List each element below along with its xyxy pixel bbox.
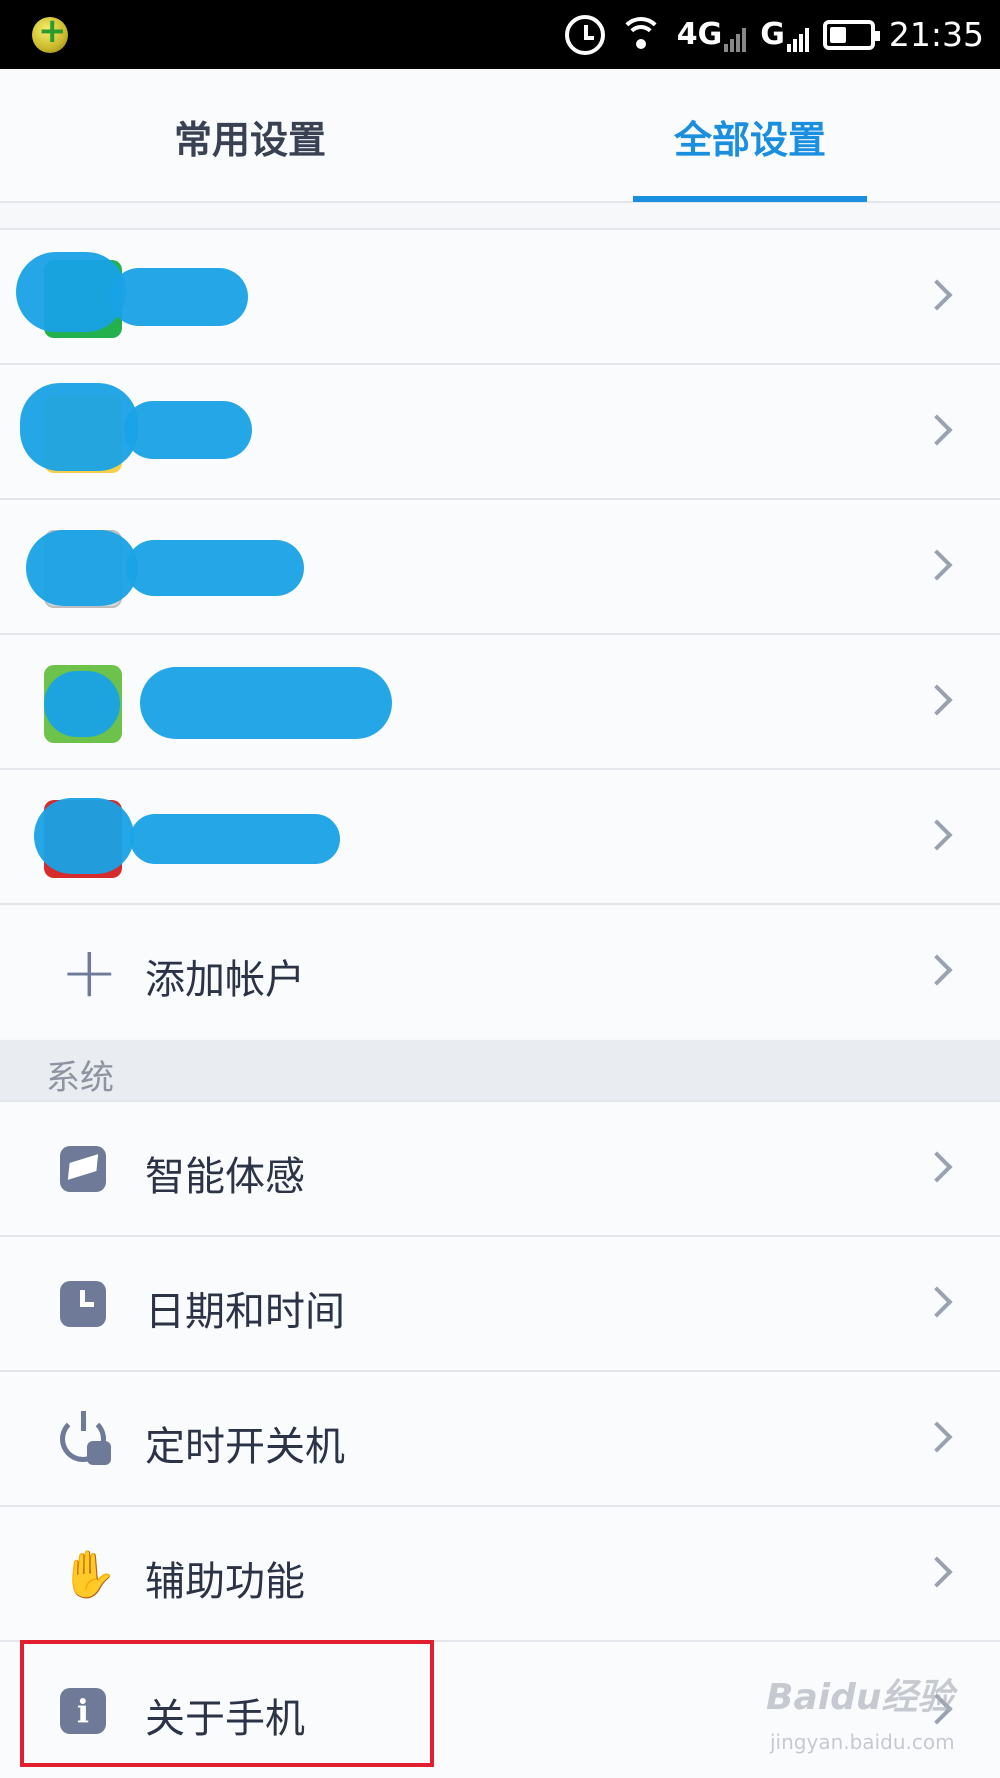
motion-icon: [60, 1146, 106, 1192]
settings-item-scheduled-power[interactable]: 定时开关机: [0, 1370, 1000, 1505]
chevron-right-icon: [921, 549, 953, 581]
highlight-box: [20, 1640, 434, 1767]
status-icons: 4G G 21:35: [564, 0, 984, 69]
chevron-right-icon: [921, 684, 953, 716]
hand-icon: ✋: [60, 1547, 118, 1601]
account-row[interactable]: [0, 768, 1000, 903]
settings-item-date-time[interactable]: 日期和时间: [0, 1235, 1000, 1370]
tab-all-settings[interactable]: 全部设置: [580, 69, 920, 203]
chevron-right-icon: [921, 1421, 953, 1453]
account-row[interactable]: [0, 498, 1000, 633]
redaction-mark: [34, 798, 134, 874]
redaction-mark: [20, 383, 138, 471]
settings-item-accessibility[interactable]: ✋ 辅助功能: [0, 1505, 1000, 1640]
tab-common-settings[interactable]: 常用设置: [80, 69, 420, 203]
account-row[interactable]: [0, 363, 1000, 498]
redaction-mark: [130, 814, 340, 864]
section-header-system: 系统: [0, 1040, 1000, 1100]
chevron-right-icon: [921, 1556, 953, 1588]
chevron-right-icon: [921, 954, 953, 986]
status-bar: 4G G 21:35: [0, 0, 1000, 69]
section-label: 系统: [46, 1058, 114, 1098]
settings-item-label: 定时开关机: [145, 1424, 345, 1470]
redaction-mark: [124, 401, 252, 459]
alarm-icon: [564, 14, 605, 55]
redaction-mark: [26, 530, 138, 606]
clock-icon: [60, 1281, 106, 1327]
signal-sim1: 4G: [677, 17, 747, 52]
wifi-icon: [618, 16, 663, 53]
redaction-mark: [110, 268, 248, 326]
app-notification-icon: [32, 11, 68, 53]
battery-icon: [822, 19, 880, 50]
redaction-mark: [126, 540, 304, 596]
power-timer-icon: [60, 1411, 111, 1465]
redaction-mark: [140, 667, 392, 739]
signal-sim2: G: [760, 17, 809, 52]
chevron-right-icon: [921, 279, 953, 311]
account-row[interactable]: [0, 633, 1000, 768]
settings-item-label: 辅助功能: [145, 1559, 305, 1605]
add-account-row[interactable]: + 添加帐户: [0, 903, 1000, 1038]
add-account-label: 添加帐户: [145, 957, 305, 1003]
status-time: 21:35: [888, 15, 984, 54]
redaction-mark: [44, 671, 120, 737]
settings-item-motion[interactable]: 智能体感: [0, 1100, 1000, 1235]
plus-icon: +: [60, 931, 119, 1013]
account-row[interactable]: [0, 228, 1000, 363]
settings-tabs: 常用设置 全部设置: [0, 69, 1000, 203]
chevron-right-icon: [921, 1286, 953, 1318]
settings-item-label: 智能体感: [145, 1154, 305, 1200]
chevron-right-icon: [921, 1151, 953, 1183]
tab-active-indicator: [633, 196, 867, 202]
settings-item-label: 日期和时间: [145, 1289, 345, 1335]
watermark-brand: Baidu经验: [766, 1677, 954, 1718]
chevron-right-icon: [921, 819, 953, 851]
chevron-right-icon: [921, 414, 953, 446]
watermark-url: jingyan.baidu.com: [770, 1730, 955, 1754]
